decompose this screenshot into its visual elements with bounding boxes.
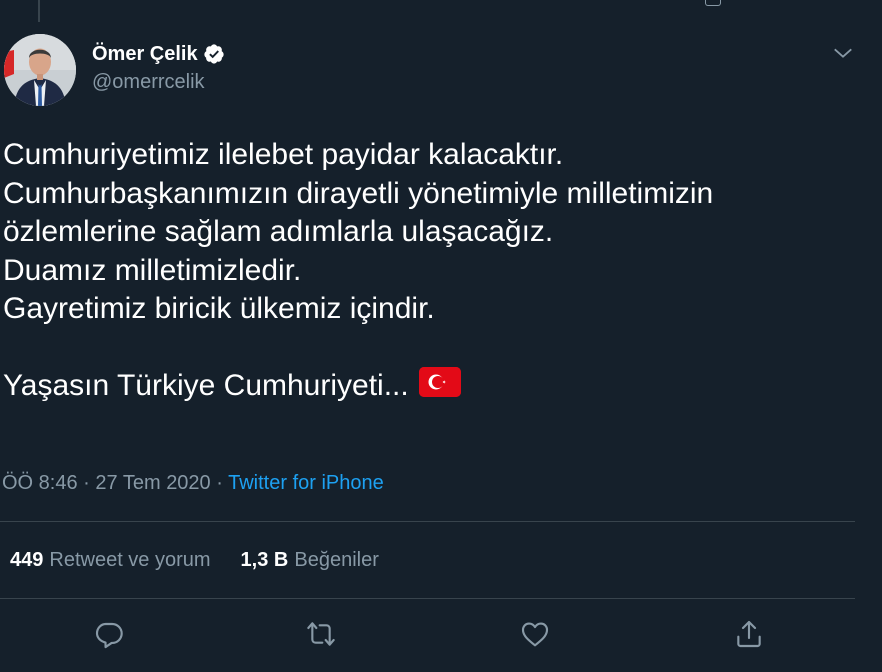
tweet-source-link[interactable]: Twitter for iPhone xyxy=(228,472,384,494)
tweet-date[interactable]: 27 Tem 2020 xyxy=(95,472,210,494)
share-icon xyxy=(737,620,761,648)
likes-stat[interactable]: 1,3 B Beğeniler xyxy=(241,549,379,572)
tweet-text-line: Cumhurbaşkanımızın dirayetli yönetimiyle… xyxy=(3,176,714,210)
likes-count: 1,3 B xyxy=(240,549,289,571)
tweet-text: Cumhuriyetimiz ilelebet payidar kalacakt… xyxy=(3,136,863,406)
tweet-text-line: Cumhuriyetimiz ilelebet payidar kalacakt… xyxy=(3,138,564,171)
retweets-count: 449 xyxy=(10,549,44,571)
chevron-down-icon[interactable] xyxy=(832,42,854,64)
meta-separator: · xyxy=(83,472,90,494)
likes-label: Beğeniler xyxy=(294,549,379,571)
retweets-stat[interactable]: 449 Retweet ve yorum xyxy=(10,549,211,572)
retweets-label: Retweet ve yorum xyxy=(49,549,211,571)
tweet-detail-page: Ömer Çelik @omerrcelik Cumhuriyetimiz il… xyxy=(0,0,882,672)
author-handle[interactable]: @omerrcelik xyxy=(92,71,225,94)
share-button[interactable] xyxy=(733,618,765,650)
heart-icon xyxy=(521,622,549,647)
verified-badge-icon xyxy=(203,44,224,64)
divider xyxy=(0,521,855,522)
tweet-actions-bar xyxy=(0,618,882,652)
tweet-text-line: Gayretimiz biricik ülkemiz içindir. xyxy=(3,292,435,325)
turkey-flag-icon xyxy=(418,367,461,398)
previous-tweet-actions-remnant xyxy=(0,0,882,8)
previous-share-icon[interactable] xyxy=(705,0,721,6)
meta-separator: · xyxy=(216,472,223,494)
tweet-text-line: özlemlerine sağlam adımlarla ulaşacağız. xyxy=(3,215,554,248)
author-name[interactable]: Ömer Çelik xyxy=(92,43,198,66)
retweet-button[interactable] xyxy=(305,618,337,650)
retweet-icon xyxy=(307,622,335,646)
tweet-text-line: Yaşasın Türkiye Cumhuriyeti... xyxy=(3,369,409,402)
reply-button[interactable] xyxy=(93,618,125,650)
author-block[interactable]: Ömer Çelik @omerrcelik xyxy=(92,40,225,94)
like-button[interactable] xyxy=(519,618,551,650)
reply-icon xyxy=(95,622,123,649)
divider xyxy=(0,598,855,599)
tweet-stats-row: 449 Retweet ve yorum 1,3 B Beğeniler xyxy=(10,549,379,572)
tweet-time[interactable]: ÖÖ 8:46 xyxy=(2,472,78,494)
tweet-text-last-line: Yaşasın Türkiye Cumhuriyeti... xyxy=(3,367,863,406)
author-avatar[interactable] xyxy=(4,34,76,106)
tweet-text-line: Duamız milletimizledir. xyxy=(3,253,302,287)
tweet-timestamp-row: ÖÖ 8:46 · 27 Tem 2020 · Twitter for iPho… xyxy=(2,472,384,495)
